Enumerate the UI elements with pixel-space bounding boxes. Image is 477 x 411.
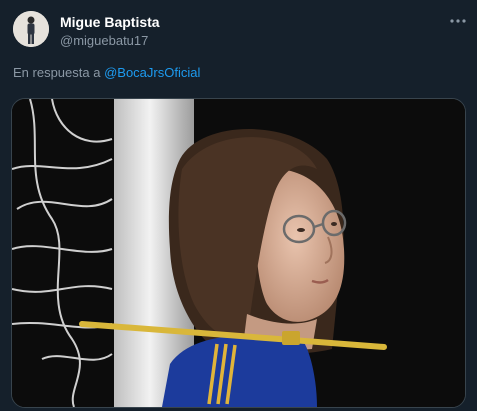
reply-prefix: En respuesta a <box>13 65 101 80</box>
more-horizontal-icon <box>450 19 466 23</box>
reply-context: En respuesta a @BocaJrsOficial <box>13 65 200 80</box>
reply-mention-link[interactable]: @BocaJrsOficial <box>104 65 200 80</box>
author-handle[interactable]: @miguebatu17 <box>60 33 148 48</box>
tweet: Migue Baptista @miguebatu17 En respuesta… <box>0 0 477 411</box>
author-name[interactable]: Migue Baptista <box>60 14 160 30</box>
tweet-media-image[interactable] <box>11 98 466 408</box>
meme-photo <box>12 99 465 407</box>
profile-photo <box>13 11 49 47</box>
avatar[interactable] <box>13 11 49 47</box>
more-options-button[interactable] <box>448 13 468 29</box>
